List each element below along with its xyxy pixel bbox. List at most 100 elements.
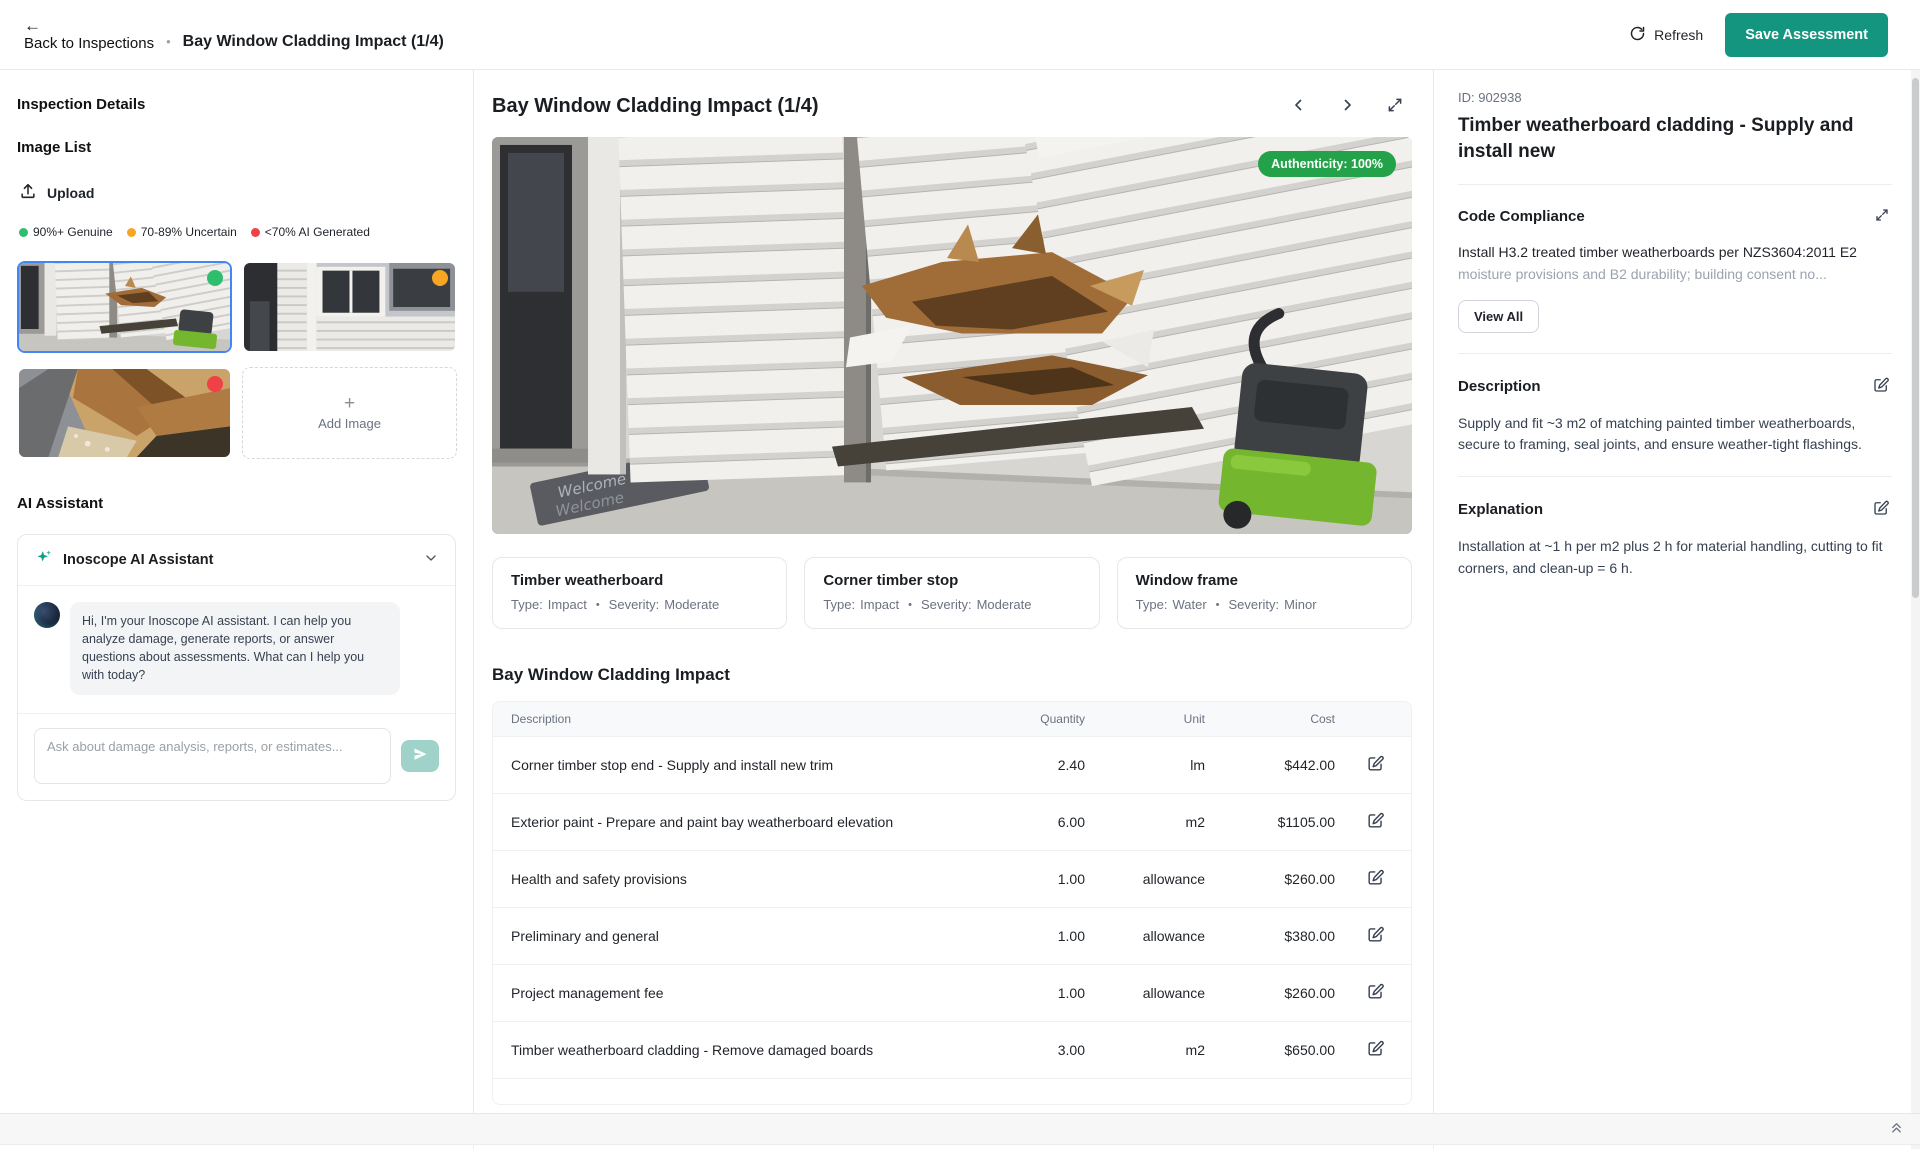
column-unit: Unit: [1089, 712, 1209, 726]
assistant-avatar: [34, 602, 60, 628]
row-unit: allowance: [1089, 871, 1209, 887]
add-image-button[interactable]: + Add Image: [242, 367, 457, 459]
edit-row-button[interactable]: [1360, 923, 1391, 949]
edit-icon: [1362, 1039, 1389, 1061]
thumbnail-image-2: [244, 263, 455, 351]
next-image-button[interactable]: [1336, 94, 1358, 119]
previous-image-button[interactable]: [1288, 94, 1310, 119]
edit-icon: [1362, 811, 1389, 833]
assistant-message-row: Hi, I'm your Inoscope AI assistant. I ca…: [18, 586, 455, 713]
edit-row-button[interactable]: [1360, 752, 1391, 778]
row-unit: m2: [1089, 1042, 1209, 1058]
fullscreen-button[interactable]: [1384, 94, 1406, 119]
legend-label: <70% AI Generated: [265, 225, 370, 239]
edit-explanation-button[interactable]: [1870, 497, 1892, 522]
divider: [1458, 353, 1892, 354]
edit-description-button[interactable]: [1870, 374, 1892, 399]
thumbnail-timber-interior[interactable]: [17, 367, 232, 459]
bottom-bar: [0, 1113, 1920, 1145]
meta-dot: •: [596, 599, 600, 611]
send-icon: [413, 747, 428, 765]
damage-card-meta: Type: Water • Severity: Minor: [1136, 597, 1393, 612]
page-title: Bay Window Cladding Impact (1/4): [183, 33, 444, 51]
upload-icon: [19, 182, 37, 203]
damage-card-meta: Type: Impact • Severity: Moderate: [823, 597, 1080, 612]
edit-row-button[interactable]: [1360, 1037, 1391, 1063]
severity-value: Minor: [1284, 597, 1317, 612]
thumbnail-weatherboard-damage[interactable]: [17, 261, 232, 353]
explanation-heading: Explanation: [1458, 501, 1543, 518]
legend-item: <70% AI Generated: [251, 225, 370, 239]
authenticity-badge: Authenticity: 100%: [1258, 151, 1396, 177]
refresh-button[interactable]: Refresh: [1629, 25, 1703, 45]
save-assessment-button[interactable]: Save Assessment: [1725, 13, 1888, 57]
damage-card-title: Corner timber stop: [823, 572, 1080, 589]
code-compliance-expand-button[interactable]: [1872, 205, 1892, 228]
edit-row-button[interactable]: [1360, 980, 1391, 1006]
refresh-label: Refresh: [1654, 27, 1703, 43]
row-cost: $650.00: [1209, 1042, 1339, 1058]
row-unit: m2: [1089, 814, 1209, 830]
type-value: Impact: [548, 597, 587, 612]
record-id: ID: 902938: [1458, 90, 1892, 105]
assistant-input[interactable]: [34, 728, 391, 784]
image-thumbnail-grid: + Add Image: [17, 261, 456, 459]
table-row: Corner timber stop end - Supply and inst…: [493, 736, 1411, 793]
row-quantity: 6.00: [979, 814, 1089, 830]
row-quantity: 3.00: [979, 1042, 1089, 1058]
chevron-right-icon: [1338, 96, 1356, 117]
ai-assistant-header[interactable]: Inoscope AI Assistant: [18, 535, 455, 586]
chevron-down-icon: [423, 550, 439, 571]
estimate-heading: Bay Window Cladding Impact: [492, 665, 1412, 685]
row-unit: allowance: [1089, 985, 1209, 1001]
damage-card-meta: Type: Impact • Severity: Moderate: [511, 597, 768, 612]
inspection-sidebar: Inspection Details Image List Upload 90%…: [0, 70, 474, 1149]
damage-card[interactable]: Window frame Type: Water • Severity: Min…: [1117, 557, 1412, 629]
collapse-panel-button[interactable]: [1887, 1118, 1906, 1140]
code-compliance-heading: Code Compliance: [1458, 208, 1585, 225]
assistant-title: Inoscope AI Assistant: [63, 552, 413, 568]
app-window: ← Back to Inspections • Bay Window Cladd…: [0, 0, 1920, 1149]
thumbnail-house-windows[interactable]: [242, 261, 457, 353]
assistant-input-row: [18, 713, 455, 800]
chevron-left-icon: [1290, 96, 1308, 117]
legend-item: 70-89% Uncertain: [127, 225, 237, 239]
legend-label: 90%+ Genuine: [33, 225, 113, 239]
upload-label: Upload: [47, 185, 94, 201]
ai-assistant-heading: AI Assistant: [17, 495, 456, 512]
table-row-clipped: [493, 1078, 1411, 1104]
status-dot-icon: [127, 228, 136, 237]
edit-icon: [1872, 376, 1890, 397]
row-cost: $1105.00: [1209, 814, 1339, 830]
table-body: Corner timber stop end - Supply and inst…: [493, 736, 1411, 1078]
view-all-button[interactable]: View All: [1458, 300, 1539, 333]
code-compliance-truncated: moisture provisions and B2 durability; b…: [1458, 264, 1892, 286]
back-to-inspections-link[interactable]: ← Back to Inspections: [24, 17, 154, 52]
row-quantity: 1.00: [979, 871, 1089, 887]
severity-label: Severity:: [1229, 597, 1280, 612]
panel-scrollbar[interactable]: [1911, 70, 1920, 1149]
expand-icon: [1874, 207, 1890, 226]
edit-row-button[interactable]: [1360, 866, 1391, 892]
damage-card-title: Window frame: [1136, 572, 1393, 589]
scrollbar-thumb[interactable]: [1912, 78, 1919, 598]
description-heading: Description: [1458, 378, 1541, 395]
code-compliance-text: Install H3.2 treated timber weatherboard…: [1458, 242, 1892, 285]
inspection-details-heading: Inspection Details: [17, 96, 456, 113]
genuine-dot-icon: [207, 270, 223, 286]
row-quantity: 2.40: [979, 757, 1089, 773]
row-description: Health and safety provisions: [493, 871, 979, 887]
damage-card[interactable]: Corner timber stop Type: Impact • Severi…: [804, 557, 1099, 629]
legend-item: 90%+ Genuine: [19, 225, 113, 239]
ai-generated-dot-icon: [207, 376, 223, 392]
send-button[interactable]: [401, 740, 439, 772]
expand-icon: [1386, 96, 1404, 117]
upload-button[interactable]: Upload: [19, 182, 456, 203]
damage-card[interactable]: Timber weatherboard Type: Impact • Sever…: [492, 557, 787, 629]
edit-row-button[interactable]: [1360, 809, 1391, 835]
damaged-cladding-photo: Welcome Welcome: [492, 137, 1412, 534]
type-value: Impact: [860, 597, 899, 612]
table-row: Health and safety provisions 1.00 allowa…: [493, 850, 1411, 907]
inspection-photo[interactable]: Welcome Welcome: [492, 137, 1412, 534]
type-label: Type:: [511, 597, 543, 612]
